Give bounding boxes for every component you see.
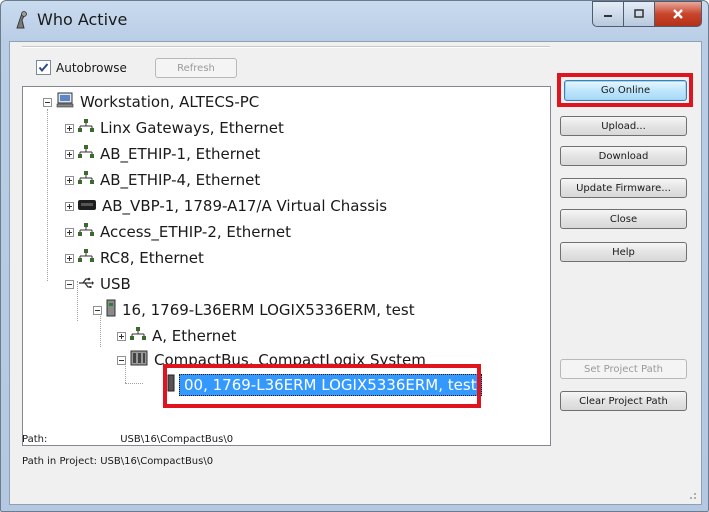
tree-node-linx-gateways[interactable]: Linx Gateways, Ethernet xyxy=(65,117,284,139)
tree-node-label: RC8, Ethernet xyxy=(100,249,204,267)
tree-node-controller[interactable]: 16, 1769-L36ERM LOGIX5336ERM, test xyxy=(93,299,415,321)
tree-line xyxy=(47,109,48,281)
workstation-icon xyxy=(56,92,74,112)
minimize-button[interactable] xyxy=(592,1,623,27)
expand-toggle[interactable] xyxy=(65,175,74,185)
resize-grip-icon[interactable] xyxy=(687,490,697,500)
who-active-window: Who Active Autobrowse Refresh Workstatio… xyxy=(0,0,709,512)
collapse-toggle[interactable] xyxy=(43,97,52,107)
tree-node-label: AB_ETHIP-1, Ethernet xyxy=(100,145,261,163)
path-in-project-row: Path in Project: USB\16\CompactBus\0 xyxy=(22,456,213,467)
controller-icon xyxy=(106,299,116,321)
upload-button[interactable]: Upload... xyxy=(560,116,687,136)
set-project-path-button[interactable]: Set Project Path xyxy=(560,359,687,379)
expand-toggle[interactable] xyxy=(65,227,74,237)
tree-node-workstation[interactable]: Workstation, ALTECS-PC xyxy=(43,91,259,113)
collapse-toggle[interactable] xyxy=(93,305,102,315)
tree-node-label: Linx Gateways, Ethernet xyxy=(100,119,284,137)
backplane-icon xyxy=(130,350,148,370)
network-icon xyxy=(78,145,94,163)
tree-node-label: AB_VBP-1, 1789-A17/A Virtual Chassis xyxy=(102,197,388,215)
close-button[interactable]: Close xyxy=(560,209,687,229)
expand-toggle[interactable] xyxy=(65,123,74,133)
tree-node-a-ethernet[interactable]: A, Ethernet xyxy=(117,325,236,347)
minimize-icon xyxy=(604,15,612,17)
checkbox-box[interactable] xyxy=(36,60,51,75)
collapse-toggle[interactable] xyxy=(65,279,74,289)
close-window-button[interactable] xyxy=(654,1,702,27)
network-icon xyxy=(78,119,94,137)
clear-project-path-button[interactable]: Clear Project Path xyxy=(560,391,687,411)
tree-node-label: Access_ETHIP-2, Ethernet xyxy=(100,223,292,241)
tree-node-label: AB_ETHIP-4, Ethernet xyxy=(100,171,261,189)
refresh-button[interactable]: Refresh xyxy=(155,58,237,78)
expand-toggle[interactable] xyxy=(65,201,74,211)
help-button[interactable]: Help xyxy=(560,242,687,262)
path-value: USB\16\CompactBus\0 xyxy=(120,434,234,445)
device-tree[interactable]: Workstation, ALTECS-PC Linx Gateways, Et… xyxy=(22,86,551,446)
maximize-button[interactable] xyxy=(623,1,654,27)
top-separator xyxy=(22,46,550,48)
app-icon xyxy=(13,10,31,30)
expand-toggle[interactable] xyxy=(117,331,126,341)
path-label: Path: xyxy=(22,434,48,445)
download-button[interactable]: Download xyxy=(560,146,687,166)
window-title: Who Active xyxy=(37,10,128,29)
tree-node-access-ethip-2[interactable]: Access_ETHIP-2, Ethernet xyxy=(65,221,291,243)
tree-node-usb[interactable]: USB xyxy=(65,273,131,295)
expand-toggle[interactable] xyxy=(65,149,74,159)
highlight-box-go-online xyxy=(557,73,693,107)
tree-node-ab-ethip-4[interactable]: AB_ETHIP-4, Ethernet xyxy=(65,169,260,191)
path-in-project-label: Path in Project: xyxy=(22,456,98,467)
autobrowse-label: Autobrowse xyxy=(56,60,127,75)
path-in-project-value: USB\16\CompactBus\0 xyxy=(100,456,214,467)
tree-node-ab-vbp-1[interactable]: AB_VBP-1, 1789-A17/A Virtual Chassis xyxy=(65,195,387,217)
highlight-box-selected-node xyxy=(163,364,481,408)
tree-node-label: 16, 1769-L36ERM LOGIX5336ERM, test xyxy=(122,301,415,319)
check-mark-icon xyxy=(38,63,49,73)
close-icon xyxy=(673,9,683,19)
tree-node-rc8[interactable]: RC8, Ethernet xyxy=(65,247,204,269)
network-icon xyxy=(130,327,146,345)
tree-node-label: Workstation, ALTECS-PC xyxy=(80,93,260,111)
collapse-toggle[interactable] xyxy=(117,355,126,365)
maximize-icon xyxy=(634,9,644,18)
usb-icon xyxy=(78,275,94,293)
expand-toggle[interactable] xyxy=(65,253,74,263)
caption-buttons xyxy=(592,1,702,27)
tree-node-label: A, Ethernet xyxy=(152,327,237,345)
chassis-icon xyxy=(78,197,96,215)
title-bar[interactable]: Who Active xyxy=(1,1,708,41)
tree-node-label: USB xyxy=(100,275,131,293)
update-firmware-button[interactable]: Update Firmware... xyxy=(560,178,687,198)
dialog-body: Autobrowse Refresh Workstation, ALTECS-P… xyxy=(9,41,702,505)
network-icon xyxy=(78,249,94,267)
autobrowse-checkbox[interactable]: Autobrowse xyxy=(36,60,127,75)
tree-node-ab-ethip-1[interactable]: AB_ETHIP-1, Ethernet xyxy=(65,143,260,165)
tree-line xyxy=(125,383,143,384)
network-icon xyxy=(78,223,94,241)
path-row: Path: USB\16\CompactBus\0 xyxy=(22,434,233,445)
network-icon xyxy=(78,171,94,189)
